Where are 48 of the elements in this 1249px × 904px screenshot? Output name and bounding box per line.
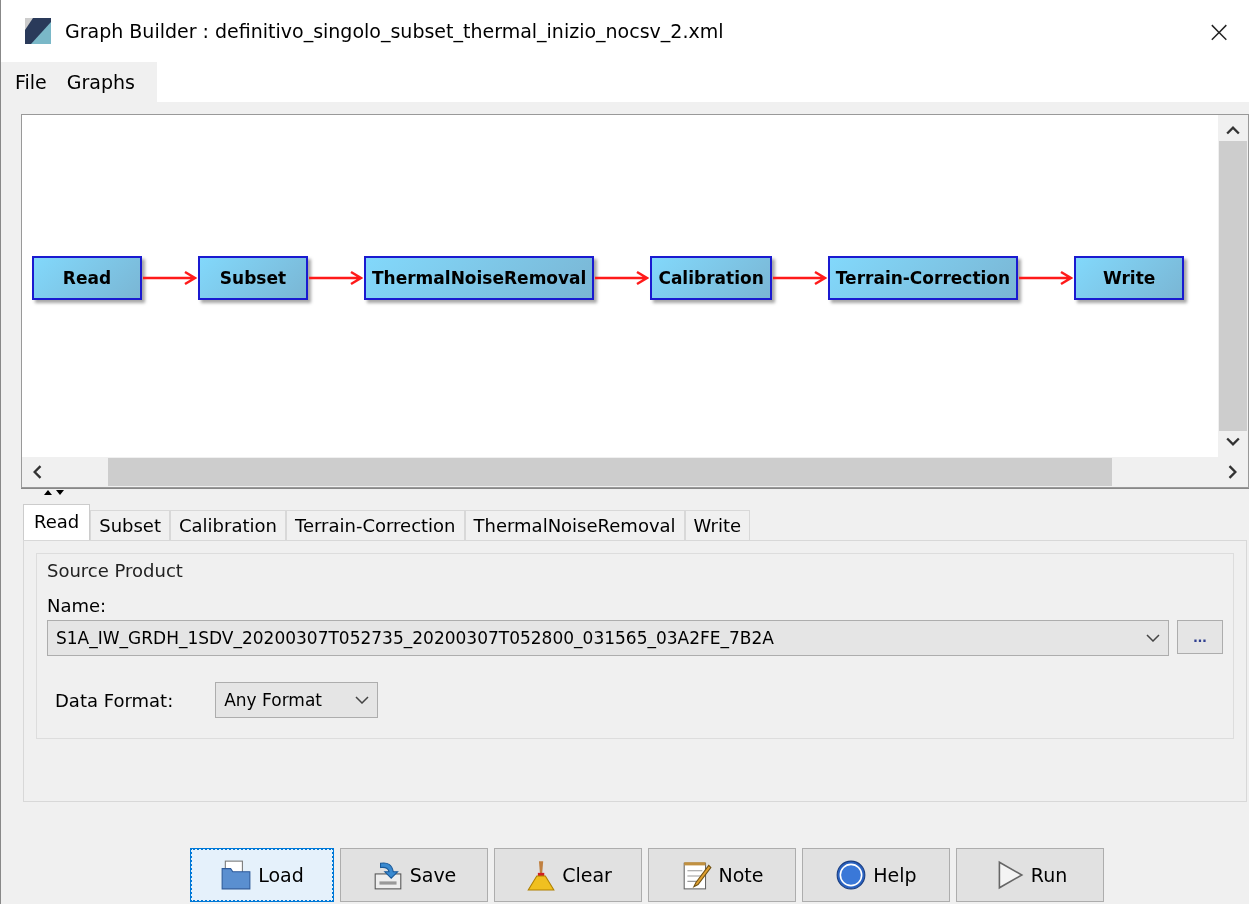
graph-node[interactable]: Terrain-Correction	[827, 256, 1019, 300]
toolbar-button[interactable]: Clear	[494, 848, 642, 902]
toolbar-button[interactable]: Load	[190, 848, 334, 902]
app-icon	[25, 18, 51, 44]
vertical-scrollbar[interactable]	[1218, 115, 1248, 457]
format-dropdown[interactable]: Any Format	[215, 682, 379, 718]
graph-node[interactable]: Read	[32, 256, 142, 300]
broom-icon	[524, 859, 557, 891]
connector-arrow	[772, 270, 827, 286]
product-dropdown[interactable]: S1A_IW_GRDH_1SDV_20200307T052735_20200307T052800_031565_03A2FE_7B2A	[47, 620, 1169, 656]
tab[interactable]: Terrain-Correction	[285, 510, 465, 540]
tab[interactable]: Calibration	[170, 510, 286, 540]
scroll-thumb[interactable]	[108, 458, 1112, 486]
scroll-thumb[interactable]	[1219, 141, 1247, 431]
scroll-right-icon[interactable]	[1228, 465, 1238, 479]
scroll-left-icon[interactable]	[32, 465, 42, 479]
scroll-down-icon[interactable]	[1226, 437, 1240, 447]
connector-arrow	[595, 270, 650, 286]
toolbar-button[interactable]: Help	[802, 848, 950, 902]
window-title: Graph Builder : definitivo_singolo_subset_thermal_inizio_nocsv_2.xml	[65, 20, 725, 42]
graph-node[interactable]: Subset	[198, 256, 308, 300]
field-label: Name:	[47, 595, 108, 616]
graph-node[interactable]: Calibration	[650, 256, 772, 300]
toolbar-button[interactable]: Note	[648, 848, 796, 902]
help-icon	[835, 859, 868, 891]
dropdown-icon	[355, 696, 370, 704]
browse-button[interactable]: ...	[1177, 620, 1223, 654]
scroll-up-icon[interactable]	[1226, 125, 1240, 135]
group-title: Source Product	[47, 560, 184, 581]
tab[interactable]: Write	[684, 510, 751, 540]
horizontal-scrollbar[interactable]	[22, 457, 1248, 487]
menu-item[interactable]: Graphs	[56, 71, 145, 93]
close-button[interactable]: ×	[1189, 6, 1249, 56]
connector-arrow	[143, 270, 197, 286]
tab[interactable]: ThermalNoiseRemoval	[464, 510, 685, 540]
tab[interactable]: Read	[23, 504, 91, 540]
menu-item[interactable]: File	[5, 71, 57, 93]
toolbar-button[interactable]: Save	[340, 848, 488, 902]
splitter-arrows-icon[interactable]	[43, 489, 65, 496]
folder-icon	[220, 859, 253, 891]
graph-node[interactable]: Write	[1074, 256, 1185, 300]
graph-node[interactable]: ThermalNoiseRemoval	[364, 256, 595, 300]
toolbar-button[interactable]: Run	[956, 848, 1104, 902]
tab[interactable]: Subset	[90, 510, 170, 540]
connector-arrow	[1019, 270, 1074, 286]
dropdown-icon	[1146, 634, 1160, 642]
field-label: Data Format:	[55, 689, 174, 711]
connector-arrow	[309, 270, 363, 286]
